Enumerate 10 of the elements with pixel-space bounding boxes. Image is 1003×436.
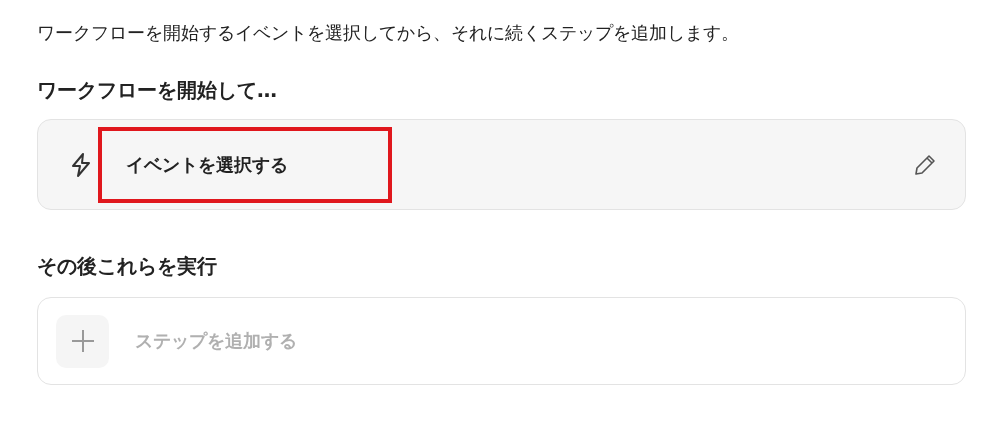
plus-icon (70, 329, 95, 353)
lightning-icon (70, 151, 92, 178)
add-step-label: ステップを追加する (135, 329, 297, 353)
add-step-button[interactable] (56, 314, 109, 368)
trigger-card[interactable]: イベントを選択する (37, 119, 966, 210)
intro-text: ワークフローを開始するイベントを選択してから、それに続くステップを追加します。 (37, 21, 740, 45)
section-heading: その後これらを実行 (37, 253, 218, 280)
section-heading: ワークフローを開始して… (37, 77, 278, 104)
trigger-label[interactable]: イベントを選択する (98, 126, 392, 203)
pencil-icon[interactable] (913, 152, 937, 177)
